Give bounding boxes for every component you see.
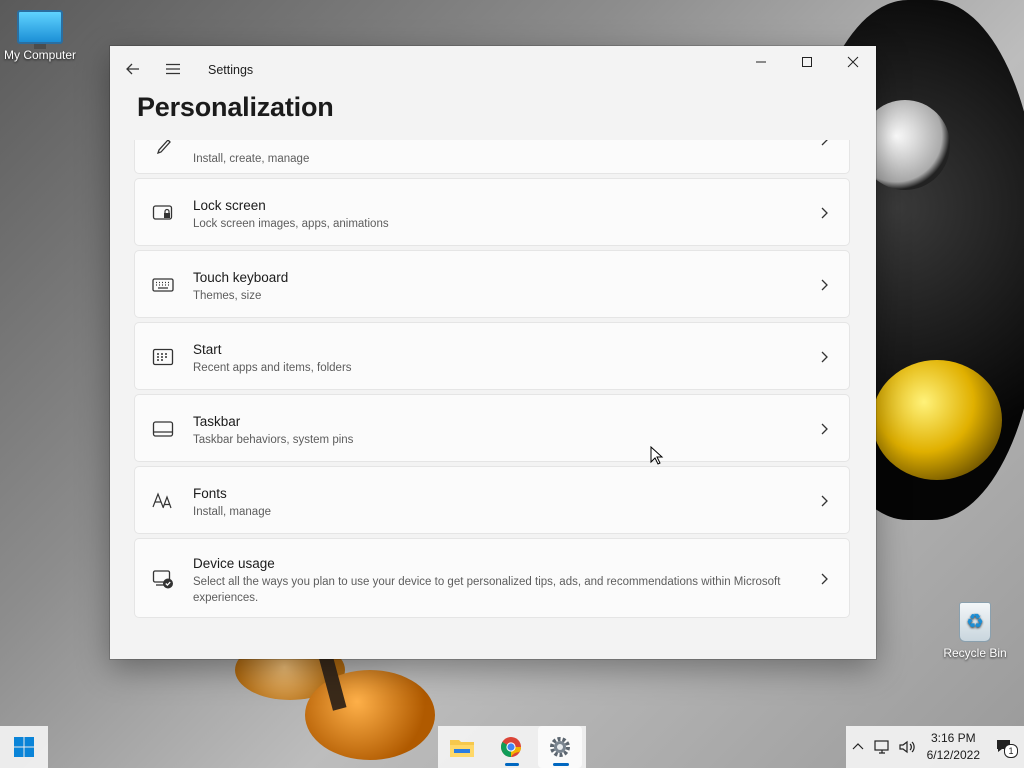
item-subtitle: Lock screen images, apps, animations — [193, 218, 389, 230]
list-item-fonts[interactable]: Fonts Install, manage — [134, 466, 850, 534]
taskbar-icon — [152, 421, 174, 437]
windows-logo-icon — [14, 737, 34, 757]
clock[interactable]: 3:16 PM 6/12/2022 — [927, 730, 980, 764]
item-title: Start — [193, 342, 222, 357]
item-subtitle: Select all the ways you plan to use your… — [193, 576, 781, 604]
item-subtitle: Recent apps and items, folders — [193, 362, 352, 374]
hamburger-icon — [166, 63, 180, 75]
item-subtitle: Install, create, manage — [193, 153, 310, 165]
start-button[interactable] — [0, 726, 48, 768]
chevron-right-icon — [821, 207, 828, 219]
app-title: Settings — [208, 63, 254, 77]
device-usage-icon — [152, 570, 173, 589]
item-subtitle: Install, manage — [193, 506, 271, 518]
list-item-themes[interactable]: Install, create, manage — [134, 140, 850, 174]
keyboard-icon — [152, 278, 174, 292]
lock-screen-icon — [152, 205, 173, 220]
minimize-button[interactable] — [738, 46, 784, 78]
desktop-icon-my-computer[interactable]: My Computer — [0, 10, 80, 62]
maximize-button[interactable] — [784, 46, 830, 78]
title-bar: Settings — [110, 46, 876, 94]
network-icon[interactable] — [874, 739, 892, 755]
start-icon — [152, 348, 174, 366]
list-item-lock-screen[interactable]: Lock screen Lock screen images, apps, an… — [134, 178, 850, 246]
settings-window: Settings Personalization Install, create… — [110, 46, 876, 659]
taskbar-settings[interactable] — [538, 726, 582, 768]
chevron-up-icon[interactable] — [852, 741, 864, 753]
list-item-touch-keyboard[interactable]: Touch keyboard Themes, size — [134, 250, 850, 318]
volume-icon[interactable] — [898, 739, 916, 755]
desktop-icon-recycle-bin[interactable]: ♻ Recycle Bin — [935, 602, 1015, 660]
chevron-right-icon — [821, 423, 828, 435]
active-indicator — [553, 763, 569, 766]
taskbar-file-explorer[interactable] — [440, 726, 484, 768]
item-title: Device usage — [193, 556, 275, 571]
item-subtitle: Taskbar behaviors, system pins — [193, 434, 354, 446]
chevron-right-icon — [821, 573, 828, 585]
chrome-icon — [500, 737, 522, 758]
settings-icon — [550, 737, 570, 757]
fonts-icon — [152, 492, 172, 509]
chevron-right-icon — [821, 351, 828, 363]
item-subtitle: Themes, size — [193, 290, 262, 302]
close-icon — [847, 56, 859, 68]
page-title: Personalization — [137, 92, 334, 122]
notification-badge: 1 — [1004, 744, 1018, 758]
item-title: Fonts — [193, 486, 227, 501]
list-item-device-usage[interactable]: Device usage Select all the ways you pla… — [134, 538, 850, 618]
brush-icon — [156, 140, 171, 155]
list-item-taskbar[interactable]: Taskbar Taskbar behaviors, system pins — [134, 394, 850, 462]
desktop-icon-label: My Computer — [3, 48, 77, 62]
desktop-icon-label: Recycle Bin — [943, 646, 1007, 660]
wallpaper-shape — [872, 360, 1002, 480]
taskbar-chrome[interactable] — [489, 726, 533, 768]
back-button[interactable] — [118, 54, 148, 84]
menu-button[interactable] — [158, 54, 188, 84]
mouse-cursor-icon — [650, 446, 664, 465]
list-item-start[interactable]: Start Recent apps and items, folders — [134, 322, 850, 390]
settings-list: Install, create, manage Lock screen Lock… — [110, 140, 876, 659]
chevron-right-icon — [821, 279, 828, 291]
system-tray: 3:16 PM 6/12/2022 1 — [846, 726, 1024, 768]
clock-date: 6/12/2022 — [926, 748, 980, 762]
running-indicator — [505, 763, 519, 766]
item-title: Lock screen — [193, 198, 266, 213]
item-title: Taskbar — [193, 414, 241, 429]
file-explorer-icon — [450, 740, 474, 757]
chevron-right-icon — [821, 495, 828, 507]
close-button[interactable] — [830, 46, 876, 78]
computer-icon — [17, 10, 63, 49]
back-arrow-icon — [126, 63, 139, 75]
maximize-icon — [802, 57, 812, 67]
item-title: Touch keyboard — [193, 270, 289, 285]
chevron-right-icon — [821, 140, 828, 146]
recycle-bin-icon: ♻ — [959, 602, 991, 642]
minimize-icon — [756, 61, 766, 63]
clock-time: 3:16 PM — [930, 731, 976, 745]
notification-button[interactable]: 1 — [996, 739, 1018, 758]
